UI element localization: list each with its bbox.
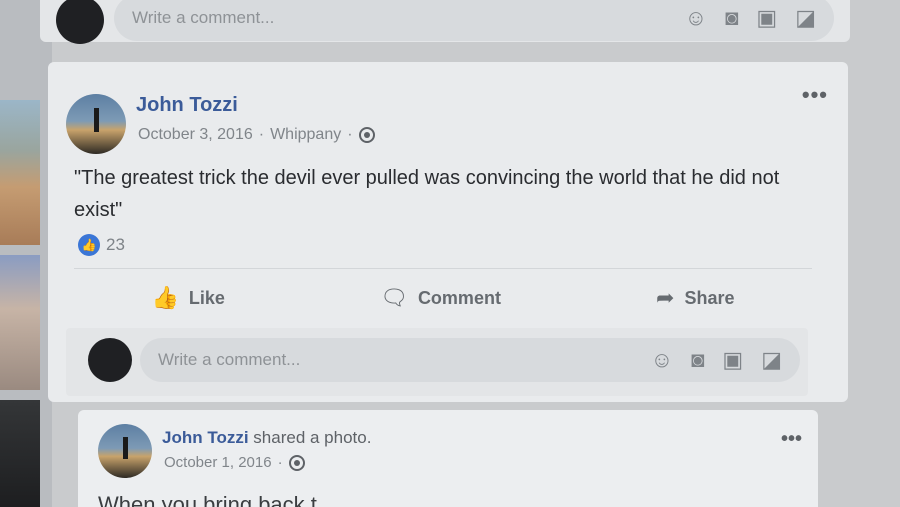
more-options-button[interactable]: •••	[802, 82, 828, 108]
post-meta: October 3, 2016 · Whippany ·	[138, 126, 375, 144]
emoji-icon[interactable]: ☺	[651, 349, 673, 371]
comment-input[interactable]: Write a comment... ☺ ◙ ▣ ◪	[114, 0, 834, 41]
post-location[interactable]: Whippany	[270, 126, 341, 144]
share-meta: October 1, 2016 ·	[164, 454, 305, 471]
gif-icon[interactable]: ▣	[756, 7, 777, 29]
previous-post-comment-card: Write a comment... ☺ ◙ ▣ ◪	[40, 0, 850, 44]
comment-placeholder: Write a comment...	[132, 8, 275, 27]
post-author-name[interactable]: John Tozzi	[136, 94, 238, 117]
sticker-icon[interactable]: ◪	[795, 7, 816, 29]
reaction-summary[interactable]: 👍 23	[78, 234, 125, 256]
post-text: "The greatest trick the devil ever pulle…	[74, 167, 780, 221]
comment-attach-icons: ☺ ◙ ▣ ◪	[685, 0, 816, 41]
gif-icon[interactable]: ▣	[722, 349, 743, 371]
author-avatar[interactable]	[98, 424, 152, 478]
reaction-count: 23	[106, 235, 125, 254]
comment-attach-icons: ☺ ◙ ▣ ◪	[651, 338, 782, 382]
meta-separator: ·	[258, 126, 265, 143]
like-label: Like	[188, 287, 225, 308]
share-button[interactable]: ➦ Share	[656, 285, 734, 311]
more-options-button[interactable]: •••	[781, 428, 802, 451]
camera-icon[interactable]: ◙	[725, 7, 738, 29]
share-icon: ➦	[656, 285, 675, 310]
comment-label: Comment	[417, 287, 501, 308]
post-card: John Tozzi October 3, 2016 · Whippany · …	[48, 62, 848, 402]
like-icon: 👍	[151, 285, 179, 310]
comment-button[interactable]: 🗨 Comment	[380, 285, 501, 311]
avatar	[56, 0, 104, 44]
emoji-icon[interactable]: ☺	[685, 7, 707, 29]
globe-icon	[288, 454, 305, 471]
share-text-preview: When you bring back t...	[98, 492, 336, 507]
comment-placeholder: Write a comment...	[158, 350, 301, 369]
post-date[interactable]: October 3, 2016	[138, 126, 253, 144]
shared-photo-post-card: John Tozzi shared a photo. October 1, 20…	[78, 410, 818, 507]
post-actions: 👍 Like 🗨 Comment ➦ Share	[74, 280, 812, 316]
globe-icon	[358, 127, 375, 143]
sticker-icon[interactable]: ◪	[761, 349, 782, 371]
like-button[interactable]: 👍 Like	[152, 285, 225, 311]
side-photo-thumbnail[interactable]	[0, 100, 40, 245]
share-label: Share	[684, 287, 735, 308]
side-photo-thumbnail[interactable]	[0, 255, 40, 390]
left-photo-strip	[0, 0, 52, 507]
meta-separator: ·	[347, 126, 353, 143]
avatar	[88, 338, 132, 382]
like-reaction-icon: 👍	[78, 234, 100, 256]
share-action-text: shared a photo.	[253, 428, 372, 447]
camera-icon[interactable]: ◙	[691, 349, 704, 371]
share-header: John Tozzi shared a photo.	[162, 428, 371, 448]
author-avatar[interactable]	[66, 94, 126, 154]
divider	[74, 268, 812, 269]
share-date[interactable]: October 1, 2016	[164, 454, 272, 471]
comment-input[interactable]: Write a comment... ☺ ◙ ▣ ◪	[140, 338, 800, 382]
post-comment-row: Write a comment... ☺ ◙ ▣ ◪	[66, 328, 808, 396]
comment-icon: 🗨	[380, 285, 408, 310]
meta-separator: ·	[277, 454, 283, 471]
share-author-name[interactable]: John Tozzi	[162, 428, 249, 447]
side-photo-thumbnail[interactable]	[0, 400, 40, 507]
